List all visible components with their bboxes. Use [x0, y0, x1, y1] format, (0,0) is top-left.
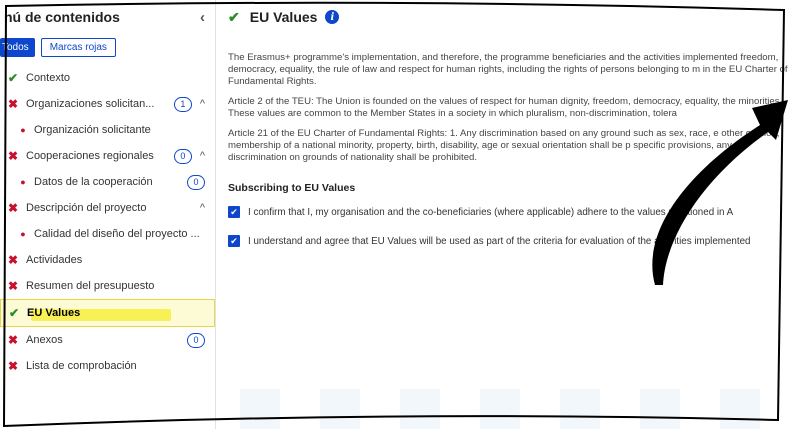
error-x-icon: ✖: [7, 97, 19, 111]
sidebar-item[interactable]: ✔ EU Values: [0, 299, 215, 327]
checkbox-checked-icon[interactable]: ✔: [228, 235, 240, 247]
sidebar-header: nú de contenidos ‹: [0, 0, 215, 34]
sidebar-filters: Todos Marcas rojas: [0, 34, 215, 65]
paragraph-intro: The Erasmus+ programme's implementation,…: [228, 52, 788, 87]
sidebar-item[interactable]: ● Organización solicitante: [0, 117, 215, 143]
sidebar-list: ✔ Contexto ✖ Organizaciones solicitan... 1 ^ ●…: [0, 65, 215, 379]
chevron-up-icon[interactable]: ^: [200, 150, 205, 162]
sidebar-item[interactable]: ✔ Contexto: [0, 65, 215, 91]
sidebar-title: nú de contenidos: [4, 9, 120, 25]
check-icon: ✔: [7, 71, 19, 85]
section-heading: Subscribing to EU Values: [228, 182, 356, 194]
sidebar-item[interactable]: ✖ Descripción del proyecto ^: [0, 195, 215, 221]
check-icon: ✔: [228, 8, 240, 25]
sidebar-item[interactable]: ● Calidad del diseño del proyecto ...: [0, 221, 215, 247]
sidebar-item-label: Descripción del proyecto: [26, 202, 147, 214]
bullet-icon: ●: [20, 229, 26, 239]
sidebar-item-label: Calidad del diseño del proyecto ...: [34, 228, 200, 240]
sidebar-item-label: Cooperaciones regionales: [26, 150, 154, 162]
paragraph-article-21: Article 21 of the EU Charter of Fundamen…: [228, 128, 780, 163]
sidebar-item-label: Actividades: [26, 254, 83, 266]
sidebar-item[interactable]: ✖ Lista de comprobación: [0, 353, 215, 379]
chevron-up-icon[interactable]: ^: [200, 98, 205, 110]
collapse-sidebar-icon[interactable]: ‹: [200, 9, 205, 26]
contents-sidebar: nú de contenidos ‹ Todos Marcas rojas ✔ C…: [0, 0, 216, 429]
sidebar-item-label: Organización solicitante: [34, 124, 151, 136]
count-badge: 0: [187, 332, 205, 348]
sidebar-item[interactable]: ✖ Actividades: [0, 247, 215, 273]
error-x-icon: ✖: [7, 333, 19, 347]
check-icon: ✔: [8, 306, 20, 320]
sidebar-item-label: Organizaciones solicitan...: [26, 98, 155, 110]
error-x-icon: ✖: [7, 359, 19, 373]
sidebar-item-label: EU Values: [27, 307, 81, 319]
bullet-icon: ●: [20, 125, 26, 135]
info-icon[interactable]: i: [325, 10, 340, 24]
bullet-icon: ●: [20, 177, 26, 187]
sidebar-item[interactable]: ✖ Organizaciones solicitan... 1 ^: [0, 91, 215, 117]
sidebar-item[interactable]: ● Datos de la cooperación 0: [0, 169, 215, 195]
agree-evaluation-checkbox-row[interactable]: ✔ I understand and agree that EU Values …: [228, 235, 788, 247]
sidebar-item[interactable]: ✖ Anexos 0: [0, 327, 215, 353]
paragraph-article-2: Article 2 of the TEU: The Union is found…: [228, 96, 783, 119]
checkbox-label: I confirm that I, my organisation and th…: [248, 206, 734, 218]
chevron-up-icon[interactable]: ^: [200, 202, 205, 214]
error-x-icon: ✖: [7, 201, 19, 215]
filter-all-button[interactable]: Todos: [0, 38, 35, 57]
sidebar-item[interactable]: ✖ Cooperaciones regionales 0 ^: [0, 143, 215, 169]
sidebar-item-label: Datos de la cooperación: [34, 176, 153, 188]
filter-red-marks-button[interactable]: Marcas rojas: [40, 38, 116, 57]
sidebar-item-label: Resumen del presupuesto: [26, 280, 155, 292]
count-badge: 0: [173, 148, 192, 164]
confirm-values-checkbox-row[interactable]: ✔ I confirm that I, my organisation and …: [228, 206, 788, 218]
checkbox-checked-icon[interactable]: ✔: [228, 206, 240, 218]
sidebar-item-label: Contexto: [26, 72, 71, 84]
sidebar-item-label: Anexos: [26, 334, 63, 346]
error-x-icon: ✖: [7, 253, 19, 267]
sidebar-item[interactable]: ✖ Resumen del presupuesto: [0, 273, 215, 299]
count-badge: 1: [173, 96, 192, 112]
checkbox-label: I understand and agree that EU Values wi…: [248, 235, 751, 247]
page-title: EU Values: [249, 9, 318, 25]
main-content: ✔ EU Values i The Erasmus+ programme's i…: [216, 0, 788, 429]
page-header: ✔ EU Values i: [228, 0, 788, 34]
error-x-icon: ✖: [7, 149, 19, 163]
sidebar-item-label: Lista de comprobación: [26, 360, 137, 372]
error-x-icon: ✖: [7, 279, 19, 293]
count-badge: 0: [187, 174, 205, 190]
